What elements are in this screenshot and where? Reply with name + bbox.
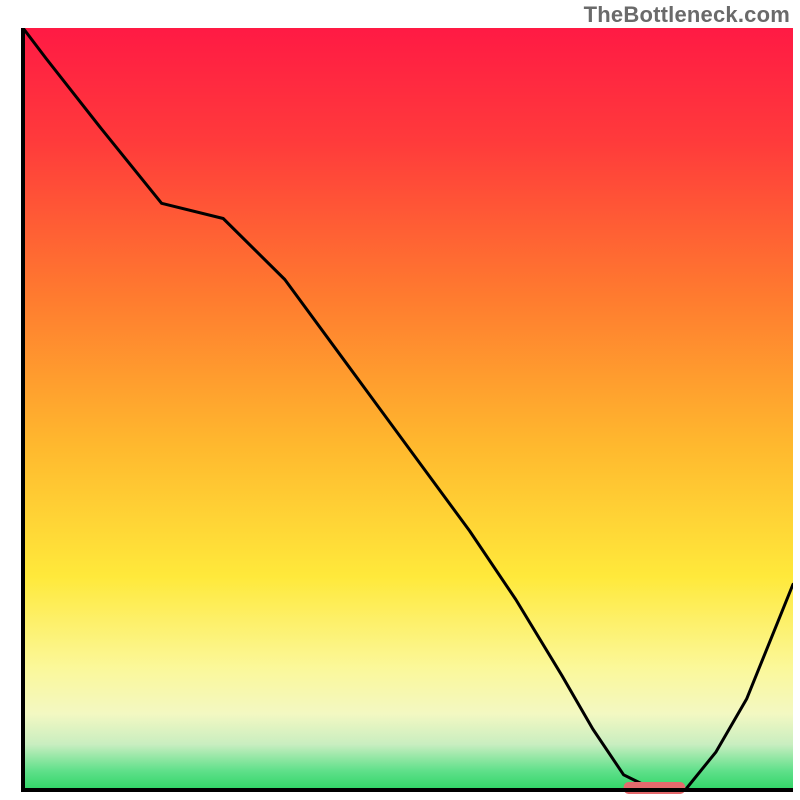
chart-container: TheBottleneck.com bbox=[0, 0, 800, 800]
bottleneck-chart bbox=[0, 0, 800, 800]
gradient-background bbox=[23, 28, 793, 790]
